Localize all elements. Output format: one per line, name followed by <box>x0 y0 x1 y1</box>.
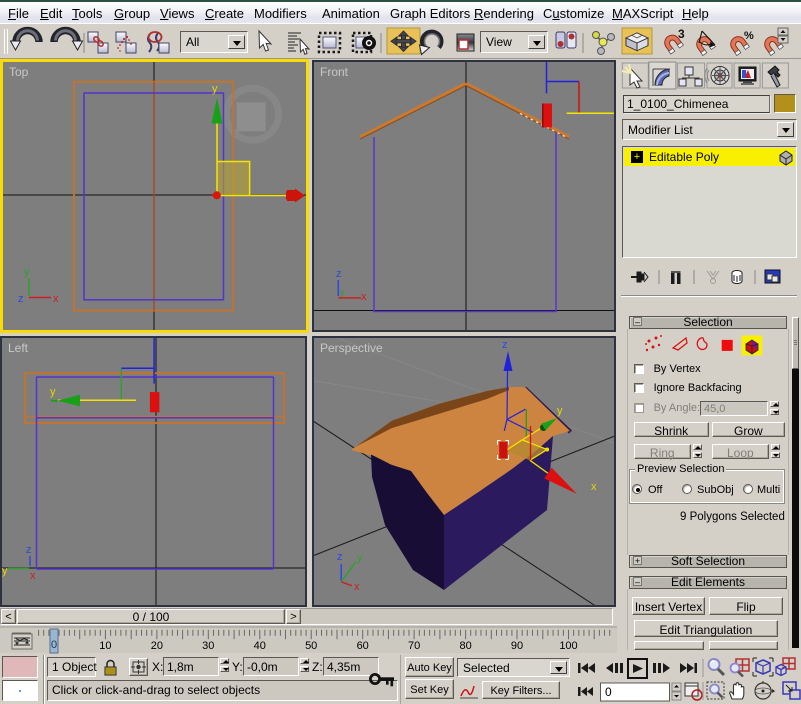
svg-text:y: y <box>557 405 563 417</box>
svg-text:y: y <box>50 386 56 398</box>
svg-text:z: z <box>26 544 32 556</box>
svg-text:30: 30 <box>202 640 214 652</box>
svg-text:z: z <box>18 293 24 305</box>
svg-text:x: x <box>361 291 367 303</box>
svg-text:x: x <box>591 481 597 493</box>
svg-text:10: 10 <box>99 640 111 652</box>
svg-text:0: 0 <box>605 685 612 699</box>
svg-text:3: 3 <box>678 27 685 41</box>
svg-text:z: z <box>337 551 343 563</box>
svg-text:%: % <box>744 30 754 42</box>
svg-text:x: x <box>53 293 59 305</box>
svg-text:70: 70 <box>408 640 420 652</box>
svg-text:60: 60 <box>357 640 369 652</box>
svg-text:y: y <box>212 83 218 95</box>
svg-text:y: y <box>340 287 345 297</box>
svg-text:x: x <box>354 581 360 593</box>
svg-text:y: y <box>24 266 30 278</box>
svg-text:40: 40 <box>254 640 266 652</box>
svg-text:20: 20 <box>151 640 163 652</box>
svg-text:y: y <box>357 552 363 564</box>
svg-text:x: x <box>30 570 36 582</box>
svg-text:0: 0 <box>51 639 57 651</box>
svg-text:90: 90 <box>511 640 523 652</box>
svg-text:y: y <box>2 565 8 577</box>
svg-text:50: 50 <box>305 640 317 652</box>
svg-text:z: z <box>336 268 342 280</box>
svg-text:z: z <box>502 339 508 351</box>
svg-text:80: 80 <box>459 640 471 652</box>
svg-text:100: 100 <box>559 640 577 652</box>
